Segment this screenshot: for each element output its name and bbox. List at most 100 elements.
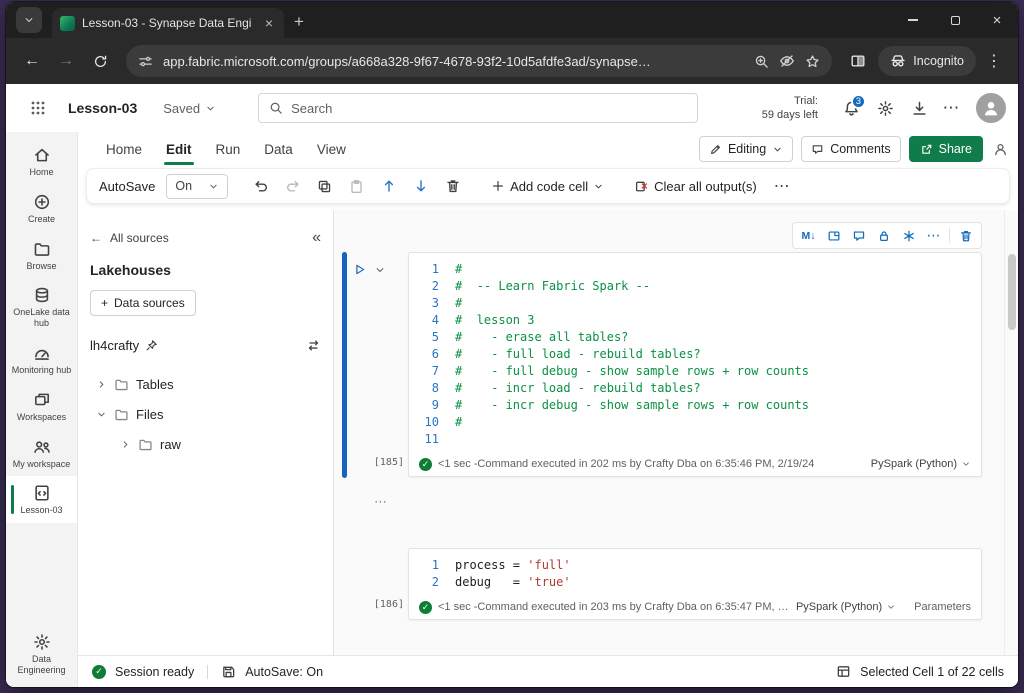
search-input[interactable] (291, 101, 687, 116)
undo-button[interactable] (246, 172, 275, 201)
rail-item-create[interactable]: Create (6, 185, 77, 232)
add-data-sources-button[interactable]: + Data sources (90, 290, 196, 316)
forward-button: → (52, 47, 80, 75)
rail-item-monitoring-hub[interactable]: Monitoring hub (6, 336, 77, 383)
back-arrow-icon[interactable]: ← (90, 231, 102, 245)
tree-item-files[interactable]: Files (90, 399, 321, 429)
collapse-panel-icon[interactable]: « (312, 230, 321, 246)
app-launcher-button[interactable] (18, 100, 58, 116)
cell-more-button[interactable]: ⋯ (921, 224, 946, 247)
gauge-icon (33, 344, 51, 362)
scrollbar[interactable] (1004, 210, 1018, 655)
rail-item-lesson-03[interactable]: Lesson-03 (6, 476, 77, 523)
save-status-dropdown[interactable]: Saved (163, 101, 216, 116)
all-sources-link[interactable]: All sources (110, 231, 169, 245)
save-icon (221, 664, 236, 679)
tree-item-raw[interactable]: raw (90, 429, 321, 459)
code-editor[interactable]: 1#2# -- Learn Fabric Spark --3#4# lesson… (409, 253, 981, 452)
add-cell-indicator[interactable]: ⋯ (374, 494, 389, 510)
close-window-button[interactable]: × (976, 2, 1018, 38)
eye-slash-icon[interactable] (779, 53, 795, 69)
focus-cell-button[interactable] (821, 224, 846, 247)
tab-run[interactable]: Run (204, 132, 253, 166)
move-up-button[interactable] (374, 172, 403, 201)
new-tab-button[interactable]: + (294, 13, 304, 30)
notifications-button[interactable]: 3 (834, 100, 868, 117)
lock-cell-button[interactable] (871, 224, 896, 247)
rail-item-data-engineering[interactable]: Data Engineering (6, 625, 77, 683)
chevron-down-icon[interactable] (374, 264, 386, 276)
editing-mode-button[interactable]: Editing (699, 136, 793, 162)
convert-markdown-button[interactable]: M↓ (796, 224, 821, 247)
bookmark-star-icon[interactable] (805, 54, 820, 69)
downloads-button[interactable] (902, 100, 936, 117)
rail-item-label: Create (28, 214, 55, 225)
pin-icon[interactable] (145, 339, 158, 352)
tab-close-icon[interactable]: × (262, 15, 276, 31)
tab-title: Lesson-03 - Synapse Data Engi (82, 16, 255, 30)
tab-home[interactable]: Home (94, 132, 154, 166)
person-icon (982, 99, 1000, 117)
global-search[interactable] (258, 93, 698, 123)
copy-button[interactable] (310, 172, 339, 201)
maximize-button[interactable] (934, 2, 976, 38)
settings-button[interactable] (868, 100, 902, 117)
minimize-button[interactable] (892, 2, 934, 38)
clear-outputs-button[interactable]: Clear all output(s) (628, 179, 763, 194)
chevron-right-icon[interactable] (120, 439, 131, 450)
freeze-cell-button[interactable] (896, 224, 921, 247)
chevron-right-icon[interactable] (96, 379, 107, 390)
rail-item-workspaces[interactable]: Workspaces (6, 383, 77, 430)
header-more-button[interactable]: ⋯ (936, 98, 966, 118)
account-avatar[interactable] (976, 93, 1006, 123)
browser-menu-button[interactable]: ⋮ (982, 51, 1006, 71)
rail-item-onelake-data-hub[interactable]: OneLake data hub (6, 278, 77, 336)
search-icon (269, 101, 283, 115)
tab-edit[interactable]: Edit (154, 132, 204, 166)
comments-label: Comments (830, 142, 890, 156)
code-editor[interactable]: 1process = 'full'2debug = 'true' (409, 549, 981, 595)
presence-icon[interactable] (993, 142, 1008, 157)
scrollbar-thumb[interactable] (1008, 254, 1016, 330)
rail-item-browse[interactable]: Browse (6, 232, 77, 279)
kernel-selector[interactable]: PySpark (Python) (796, 601, 896, 613)
switch-lakehouse-icon[interactable] (306, 338, 321, 353)
folder-icon (114, 377, 129, 392)
chevron-down-icon[interactable] (96, 409, 107, 420)
split-screen-button[interactable] (844, 47, 872, 75)
zoom-icon[interactable] (754, 54, 769, 69)
kernel-selector[interactable]: PySpark (Python) (871, 458, 971, 470)
window-controls: × (892, 2, 1018, 38)
toolbar-more-button[interactable]: ⋯ (766, 176, 798, 196)
move-down-button[interactable] (406, 172, 435, 201)
run-cell-icon[interactable] (352, 262, 367, 277)
comments-button[interactable]: Comments (801, 136, 900, 162)
cell-selection-bar (342, 252, 347, 478)
delete-cell-button[interactable] (953, 224, 978, 247)
success-check-icon: ✓ (419, 601, 432, 614)
site-settings-icon[interactable] (138, 54, 153, 69)
tab-actions-button[interactable] (16, 7, 42, 33)
share-button[interactable]: Share (909, 136, 983, 162)
cell-status-row: ✓ <1 sec -Command executed in 203 ms by … (409, 595, 981, 619)
undo-icon (253, 178, 269, 194)
back-button[interactable]: ← (18, 47, 46, 75)
lakehouse-item[interactable]: lh4crafty (90, 338, 321, 353)
minimize-icon (908, 19, 918, 21)
browser-tab[interactable]: Lesson-03 - Synapse Data Engi × (52, 8, 284, 38)
status-bar: ✓ Session ready AutoSave: On Selected Ce… (78, 655, 1018, 687)
refresh-button[interactable] (86, 47, 114, 75)
tree-item-tables[interactable]: Tables (90, 369, 321, 399)
url-text[interactable]: app.fabric.microsoft.com/groups/a668a328… (163, 54, 744, 69)
address-bar[interactable]: app.fabric.microsoft.com/groups/a668a328… (126, 45, 832, 77)
add-code-cell-button[interactable]: Add code cell (485, 179, 610, 194)
tab-view[interactable]: View (305, 132, 358, 166)
autosave-dropdown[interactable]: On (166, 174, 228, 199)
rail-item-my-workspace[interactable]: My workspace (6, 430, 77, 477)
explorer-title: Lakehouses (90, 262, 321, 278)
tab-data[interactable]: Data (252, 132, 305, 166)
comment-cell-button[interactable] (846, 224, 871, 247)
rail-item-home[interactable]: Home (6, 138, 77, 185)
delete-cell-button[interactable] (438, 172, 467, 201)
chevron-down-icon (593, 181, 604, 192)
